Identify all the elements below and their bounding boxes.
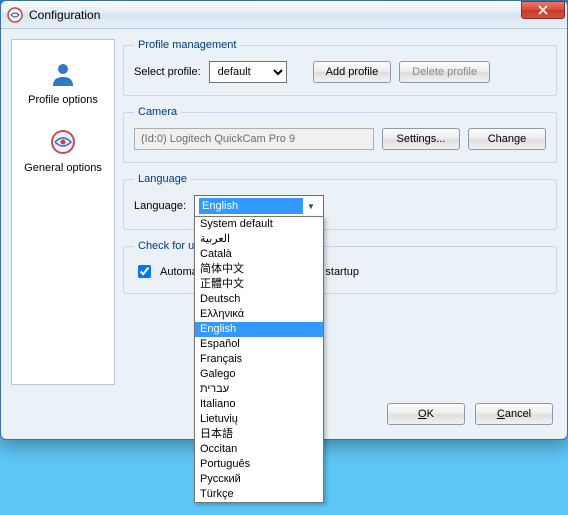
language-legend: Language bbox=[134, 173, 191, 185]
language-selected-value: English bbox=[199, 198, 303, 214]
language-option[interactable]: Deutsch bbox=[195, 292, 323, 307]
language-option[interactable]: Русский bbox=[195, 472, 323, 487]
sidebar-item-label: Profile options bbox=[28, 94, 98, 106]
language-option[interactable]: Español bbox=[195, 337, 323, 352]
camera-legend: Camera bbox=[134, 106, 181, 118]
language-option[interactable]: Français bbox=[195, 352, 323, 367]
profile-group: Profile management Select profile: defau… bbox=[123, 39, 557, 96]
language-option[interactable]: Galego bbox=[195, 367, 323, 382]
language-label: Language: bbox=[134, 200, 186, 212]
window-title: Configuration bbox=[29, 8, 521, 22]
language-option[interactable]: Lietuvių bbox=[195, 412, 323, 427]
language-option[interactable]: עברית bbox=[195, 382, 323, 397]
camera-change-button[interactable]: Change bbox=[468, 128, 546, 150]
chevron-down-icon: ▼ bbox=[303, 202, 319, 211]
camera-device-field bbox=[134, 128, 374, 150]
ok-button[interactable]: OK bbox=[387, 403, 465, 425]
select-profile-label: Select profile: bbox=[134, 66, 201, 78]
auto-update-checkbox[interactable] bbox=[138, 265, 151, 278]
config-window: Configuration Profile options bbox=[0, 0, 568, 440]
language-option[interactable]: 日本語 bbox=[195, 427, 323, 442]
language-option[interactable]: 简体中文 bbox=[195, 262, 323, 277]
updates-group: Check for updates Automati tes at startu… bbox=[123, 240, 557, 294]
profile-select[interactable]: default bbox=[209, 61, 287, 83]
language-combo-wrap: English ▼ System defaultالعربيةCatalà简体中… bbox=[194, 195, 324, 217]
language-option[interactable]: Occitan bbox=[195, 442, 323, 457]
sidebar-item-general-options[interactable]: General options bbox=[12, 116, 114, 184]
app-icon bbox=[49, 128, 77, 156]
language-option[interactable]: العربية bbox=[195, 232, 323, 247]
language-option[interactable]: Italiano bbox=[195, 397, 323, 412]
profile-legend: Profile management bbox=[134, 39, 240, 51]
sidebar: Profile options General options bbox=[11, 39, 115, 385]
language-option[interactable]: Português bbox=[195, 457, 323, 472]
language-option[interactable]: English bbox=[195, 322, 323, 337]
close-button[interactable] bbox=[521, 1, 565, 19]
language-option[interactable]: Ελληνικά bbox=[195, 307, 323, 322]
cancel-button[interactable]: Cancel bbox=[475, 403, 553, 425]
close-icon bbox=[538, 5, 548, 15]
language-dropdown[interactable]: System defaultالعربيةCatalà简体中文正體中文Deuts… bbox=[194, 216, 324, 503]
language-option[interactable]: Türkçe bbox=[195, 487, 323, 502]
app-icon bbox=[7, 7, 23, 23]
titlebar[interactable]: Configuration bbox=[1, 1, 567, 29]
delete-profile-button[interactable]: Delete profile bbox=[399, 61, 490, 83]
language-option[interactable]: 正體中文 bbox=[195, 277, 323, 292]
add-profile-button[interactable]: Add profile bbox=[313, 61, 392, 83]
camera-settings-button[interactable]: Settings... bbox=[382, 128, 460, 150]
user-icon bbox=[49, 60, 77, 88]
language-select[interactable]: English ▼ bbox=[194, 195, 324, 217]
sidebar-item-profile-options[interactable]: Profile options bbox=[12, 48, 114, 116]
language-option[interactable]: System default bbox=[195, 217, 323, 232]
content-area: Profile management Select profile: defau… bbox=[123, 39, 557, 385]
language-group: Language Language: English ▼ System defa… bbox=[123, 173, 557, 230]
sidebar-item-label: General options bbox=[24, 162, 102, 174]
language-option[interactable]: Català bbox=[195, 247, 323, 262]
camera-group: Camera Settings... Change bbox=[123, 106, 557, 163]
client-area: Profile options General options Profile … bbox=[1, 29, 567, 395]
